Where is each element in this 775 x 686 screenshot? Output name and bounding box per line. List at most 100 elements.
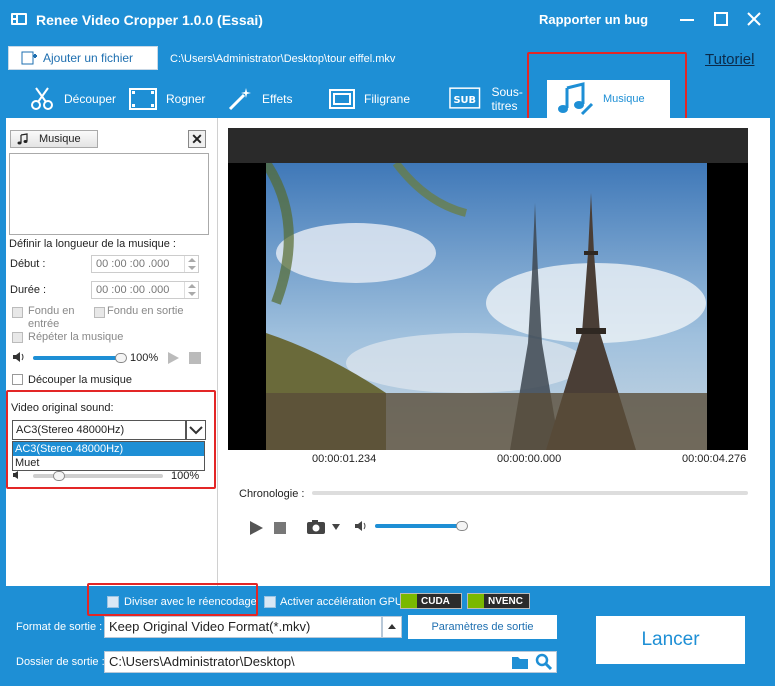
original-volume-percent: 100% bbox=[171, 470, 200, 482]
reencode-label: Diviser avec le réencodage bbox=[124, 596, 257, 608]
timeline-bar[interactable] bbox=[312, 491, 748, 495]
option-ac3[interactable]: AC3(Stereo 48000Hz) bbox=[13, 442, 204, 456]
player-volume-track[interactable] bbox=[375, 524, 462, 528]
subtitle-icon: SUB bbox=[449, 87, 481, 109]
music-note-small-icon bbox=[17, 133, 28, 145]
fade-in-checkbox[interactable] bbox=[12, 307, 23, 318]
cut-music-checkbox[interactable] bbox=[12, 374, 23, 385]
player-volume-knob[interactable] bbox=[456, 521, 468, 531]
search-icon[interactable] bbox=[535, 653, 553, 671]
output-settings-button[interactable]: Paramètres de sortie bbox=[408, 615, 557, 639]
app-title: Renee Video Cropper 1.0.0 (Essai) bbox=[36, 12, 263, 28]
nvenc-badge: NVENC bbox=[467, 593, 530, 609]
tab-decouper-label: Découper bbox=[64, 92, 117, 106]
title-bar: Renee Video Cropper 1.0.0 (Essai) Rappor… bbox=[0, 0, 775, 40]
cuda-badge: CUDA bbox=[400, 593, 462, 609]
tab-rogner-label: Rogner bbox=[166, 92, 206, 106]
tab-effets[interactable]: Effets bbox=[226, 80, 316, 118]
tab-filigrane-label: Filigrane bbox=[364, 92, 411, 106]
close-icon[interactable] bbox=[743, 8, 765, 30]
launch-button[interactable]: Lancer bbox=[596, 616, 745, 664]
start-time-value: 00 :00 :00 .000 bbox=[96, 258, 170, 270]
tab-sous-titres-label: Sous-titres bbox=[491, 85, 523, 113]
cut-music-label: Découper la musique bbox=[28, 374, 132, 386]
repeat-label: Répéter la musique bbox=[28, 331, 124, 343]
video-time-current: 00:00:01.234 bbox=[312, 453, 377, 465]
video-frame-image bbox=[266, 163, 707, 450]
nvenc-label: NVENC bbox=[488, 595, 524, 607]
music-length-label: Définir la longueur de la musique : bbox=[9, 238, 176, 250]
output-folder-field[interactable]: C:\Users\Administrator\Desktop\ bbox=[104, 651, 557, 673]
music-note-icon bbox=[558, 82, 594, 116]
tab-effets-label: Effets bbox=[262, 92, 293, 106]
start-time-field[interactable]: 00 :00 :00 .000 bbox=[91, 255, 199, 273]
duration-time-value: 00 :00 :00 .000 bbox=[96, 284, 170, 296]
repeat-checkbox[interactable] bbox=[12, 332, 23, 343]
gpu-accel-checkbox[interactable] bbox=[264, 596, 276, 608]
video-time-center: 00:00:00.000 bbox=[497, 453, 562, 465]
video-time-end: 00:00:04.276 bbox=[682, 453, 747, 465]
tab-musique[interactable]: Musique bbox=[547, 80, 670, 118]
file-path: C:\Users\Administrator\Desktop\tour eiff… bbox=[170, 53, 396, 65]
stop-icon[interactable] bbox=[274, 522, 286, 534]
fade-in-label: Fondu en entrée bbox=[28, 305, 75, 330]
speaker-icon[interactable] bbox=[12, 351, 26, 363]
duration-time-spinner[interactable] bbox=[184, 282, 198, 298]
report-bug-link[interactable]: Rapporter un bug bbox=[539, 12, 648, 27]
maximize-icon[interactable] bbox=[710, 8, 732, 30]
cuda-label: CUDA bbox=[421, 595, 450, 607]
add-file-label: Ajouter un fichier bbox=[43, 51, 134, 65]
format-dropdown-button[interactable] bbox=[382, 616, 402, 638]
original-speaker-icon[interactable] bbox=[12, 470, 22, 480]
music-volume-knob[interactable] bbox=[115, 353, 127, 363]
reencode-checkbox[interactable] bbox=[107, 596, 119, 608]
fade-out-checkbox[interactable] bbox=[94, 307, 105, 318]
chevron-down-icon bbox=[189, 426, 203, 435]
play-icon[interactable] bbox=[249, 520, 264, 536]
stop-music-icon[interactable] bbox=[189, 352, 201, 364]
tab-musique-label: Musique bbox=[603, 93, 645, 105]
player-volume-icon[interactable] bbox=[354, 520, 368, 532]
music-volume-track[interactable] bbox=[33, 356, 121, 360]
original-sound-select[interactable]: AC3(Stereo 48000Hz) bbox=[12, 420, 186, 440]
svg-text:SUB: SUB bbox=[453, 95, 476, 106]
fade-out-label: Fondu en sortie bbox=[107, 305, 184, 317]
format-select[interactable]: Keep Original Video Format(*.mkv) bbox=[104, 616, 382, 638]
music-list[interactable] bbox=[9, 153, 209, 235]
original-sound-dropdown-button[interactable] bbox=[186, 420, 206, 440]
chevron-up-icon bbox=[388, 624, 396, 629]
folder-label: Dossier de sortie : bbox=[16, 656, 105, 668]
gpu-accel-label: Activer accélération GPU bbox=[280, 596, 403, 608]
app-logo-icon bbox=[11, 13, 27, 25]
nvidia-logo-icon bbox=[401, 594, 417, 608]
duration-label: Durée : bbox=[10, 284, 47, 296]
output-folder-value: C:\Users\Administrator\Desktop\ bbox=[109, 654, 295, 669]
duration-time-field[interactable]: 00 :00 :00 .000 bbox=[91, 281, 199, 299]
original-sound-options: AC3(Stereo 48000Hz) Muet bbox=[12, 441, 205, 471]
music-volume-percent: 100% bbox=[130, 352, 159, 364]
original-volume-knob[interactable] bbox=[53, 471, 65, 481]
tutorial-link[interactable]: Tutoriel bbox=[705, 51, 754, 68]
play-music-icon[interactable] bbox=[166, 351, 180, 365]
tab-rogner[interactable]: Rogner bbox=[128, 80, 218, 118]
remove-music-button[interactable]: ✕ bbox=[188, 130, 206, 148]
chronologie-label: Chronologie : bbox=[239, 488, 305, 500]
add-file-icon bbox=[21, 51, 37, 65]
tab-filigrane[interactable]: Filigrane bbox=[328, 80, 428, 118]
add-file-button[interactable]: Ajouter un fichier bbox=[8, 46, 158, 70]
start-time-spinner[interactable] bbox=[184, 256, 198, 272]
snapshot-camera-icon[interactable] bbox=[306, 519, 342, 535]
folder-icon[interactable] bbox=[511, 654, 529, 670]
format-label: Format de sortie : bbox=[16, 621, 103, 633]
film-crop-icon bbox=[129, 88, 157, 110]
add-music-button[interactable]: Musique bbox=[10, 130, 98, 148]
scissors-icon bbox=[31, 87, 53, 110]
option-muet[interactable]: Muet bbox=[13, 456, 204, 470]
add-music-label: Musique bbox=[39, 133, 81, 145]
tab-decouper[interactable]: Découper bbox=[28, 80, 123, 118]
minimize-icon[interactable] bbox=[676, 8, 698, 30]
original-sound-label: Video original sound: bbox=[11, 402, 114, 414]
watermark-icon bbox=[329, 89, 355, 109]
tab-sous-titres[interactable]: SUB Sous-titres bbox=[448, 80, 548, 118]
magic-wand-icon bbox=[228, 88, 251, 111]
